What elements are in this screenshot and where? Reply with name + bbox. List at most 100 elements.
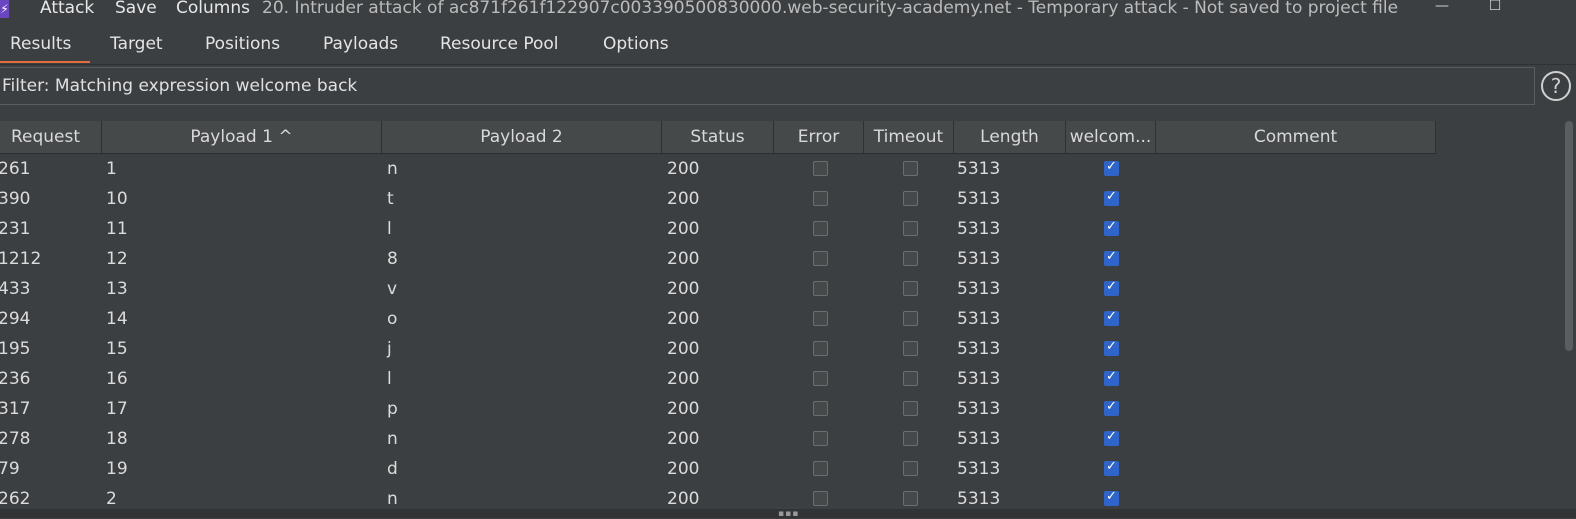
column-header-payload-1[interactable]: Payload 1 ^ (102, 121, 382, 153)
cell-request: 1212 (0, 249, 42, 269)
cell-length: 5313 (957, 189, 1001, 209)
error-checkbox (813, 461, 828, 476)
menu-save[interactable]: Save (115, 0, 157, 18)
column-header-timeout[interactable]: Timeout (864, 121, 954, 153)
cell-request: 317 (0, 399, 31, 419)
table-row[interactable]: 261 1 n 200 5313 (0, 154, 1436, 184)
table-row[interactable]: 231 11 l 200 5313 (0, 214, 1436, 244)
cell-length: 5313 (957, 279, 1001, 299)
welcome-checkbox (1104, 279, 1119, 296)
tab-positions[interactable]: Positions (205, 34, 280, 54)
table-row[interactable]: 1212 12 8 200 5313 (0, 244, 1436, 274)
cell-status: 200 (667, 249, 700, 269)
column-header-comment[interactable]: Comment (1156, 121, 1436, 153)
cell-payload-2: 8 (387, 249, 398, 269)
welcome-checkbox (1104, 399, 1119, 416)
timeout-checkbox (903, 371, 918, 386)
column-header-status[interactable]: Status (662, 121, 774, 153)
column-header-request[interactable]: Request (0, 121, 102, 153)
cell-request: 390 (0, 189, 31, 209)
table-header: Request Payload 1 ^ Payload 2 Status Err… (0, 121, 1436, 154)
timeout-checkbox (903, 401, 918, 416)
cell-payload-2: n (387, 489, 398, 509)
cell-payload-1: 15 (106, 339, 128, 359)
welcome-checkbox (1104, 159, 1119, 176)
cell-length: 5313 (957, 399, 1001, 419)
timeout-checkbox (903, 251, 918, 266)
cell-status: 200 (667, 339, 700, 359)
timeout-checkbox (903, 461, 918, 476)
welcome-checkbox (1104, 369, 1119, 386)
table-row[interactable]: 262 2 n 200 5313 (0, 484, 1436, 509)
window-title: 20. Intruder attack of ac871f261f122907c… (262, 0, 1399, 18)
tab-options[interactable]: Options (603, 34, 669, 54)
scrollbar-thumb[interactable] (1565, 121, 1573, 351)
cell-request: 294 (0, 309, 31, 329)
welcome-checkbox (1104, 249, 1119, 266)
tab-target[interactable]: Target (110, 34, 163, 54)
timeout-checkbox (903, 221, 918, 236)
table-row[interactable]: 195 15 j 200 5313 (0, 334, 1436, 364)
error-checkbox (813, 491, 828, 506)
table-row[interactable]: 278 18 n 200 5313 (0, 424, 1436, 454)
cell-payload-1: 2 (106, 489, 117, 509)
cell-status: 200 (667, 159, 700, 179)
table-row[interactable]: 433 13 v 200 5313 (0, 274, 1436, 304)
column-header-payload-2[interactable]: Payload 2 (382, 121, 662, 153)
cell-request: 195 (0, 339, 31, 359)
table-row[interactable]: 390 10 t 200 5313 (0, 184, 1436, 214)
filter-bar[interactable]: Filter: Matching expression welcome back (0, 67, 1535, 105)
cell-length: 5313 (957, 309, 1001, 329)
cell-status: 200 (667, 459, 700, 479)
welcome-checkbox (1104, 339, 1119, 356)
welcome-checkbox (1104, 489, 1119, 506)
welcome-checkbox (1104, 459, 1119, 476)
error-checkbox (813, 371, 828, 386)
cell-payload-2: t (387, 189, 394, 209)
table-row[interactable]: 236 16 l 200 5313 (0, 364, 1436, 394)
menu-attack[interactable]: Attack (40, 0, 94, 18)
cell-payload-2: j (387, 339, 392, 359)
column-header-welcome[interactable]: welcom... (1066, 121, 1156, 153)
welcome-checkbox (1104, 429, 1119, 446)
menu-columns[interactable]: Columns (176, 0, 250, 18)
tab-results[interactable]: Results (10, 34, 71, 54)
cell-payload-1: 10 (106, 189, 128, 209)
results-table: Request Payload 1 ^ Payload 2 Status Err… (0, 121, 1562, 509)
cell-status: 200 (667, 279, 700, 299)
minimize-icon[interactable]: — (1422, 0, 1462, 14)
active-tab-indicator (0, 61, 90, 63)
cell-length: 5313 (957, 339, 1001, 359)
tab-bar: Results Target Positions Payloads Resour… (0, 28, 1576, 65)
cell-status: 200 (667, 309, 700, 329)
timeout-checkbox (903, 191, 918, 206)
cell-payload-2: n (387, 159, 398, 179)
table-row[interactable]: 294 14 o 200 5313 (0, 304, 1436, 334)
table-row[interactable]: 317 17 p 200 5313 (0, 394, 1436, 424)
cell-length: 5313 (957, 369, 1001, 389)
maximize-icon[interactable]: ☐ (1475, 0, 1515, 14)
error-checkbox (813, 251, 828, 266)
cell-payload-1: 18 (106, 429, 128, 449)
cell-length: 5313 (957, 429, 1001, 449)
title-bar: ⚡ Attack Save Columns 20. Intruder attac… (0, 0, 1576, 22)
help-icon[interactable]: ? (1541, 71, 1571, 101)
column-header-length[interactable]: Length (954, 121, 1066, 153)
cell-payload-2: v (387, 279, 398, 299)
tab-payloads[interactable]: Payloads (323, 34, 398, 54)
cell-payload-2: l (387, 369, 392, 389)
table-row[interactable]: 79 19 d 200 5313 (0, 454, 1436, 484)
column-header-error[interactable]: Error (774, 121, 864, 153)
vertical-scrollbar[interactable] (1562, 121, 1576, 509)
timeout-checkbox (903, 311, 918, 326)
tab-resource-pool[interactable]: Resource Pool (440, 34, 559, 54)
cell-request: 236 (0, 369, 31, 389)
cell-payload-1: 17 (106, 399, 128, 419)
cell-length: 5313 (957, 459, 1001, 479)
cell-length: 5313 (957, 159, 1001, 179)
error-checkbox (813, 221, 828, 236)
welcome-checkbox (1104, 219, 1119, 236)
cell-request: 262 (0, 489, 31, 509)
cell-payload-2: o (387, 309, 398, 329)
cell-payload-1: 16 (106, 369, 128, 389)
